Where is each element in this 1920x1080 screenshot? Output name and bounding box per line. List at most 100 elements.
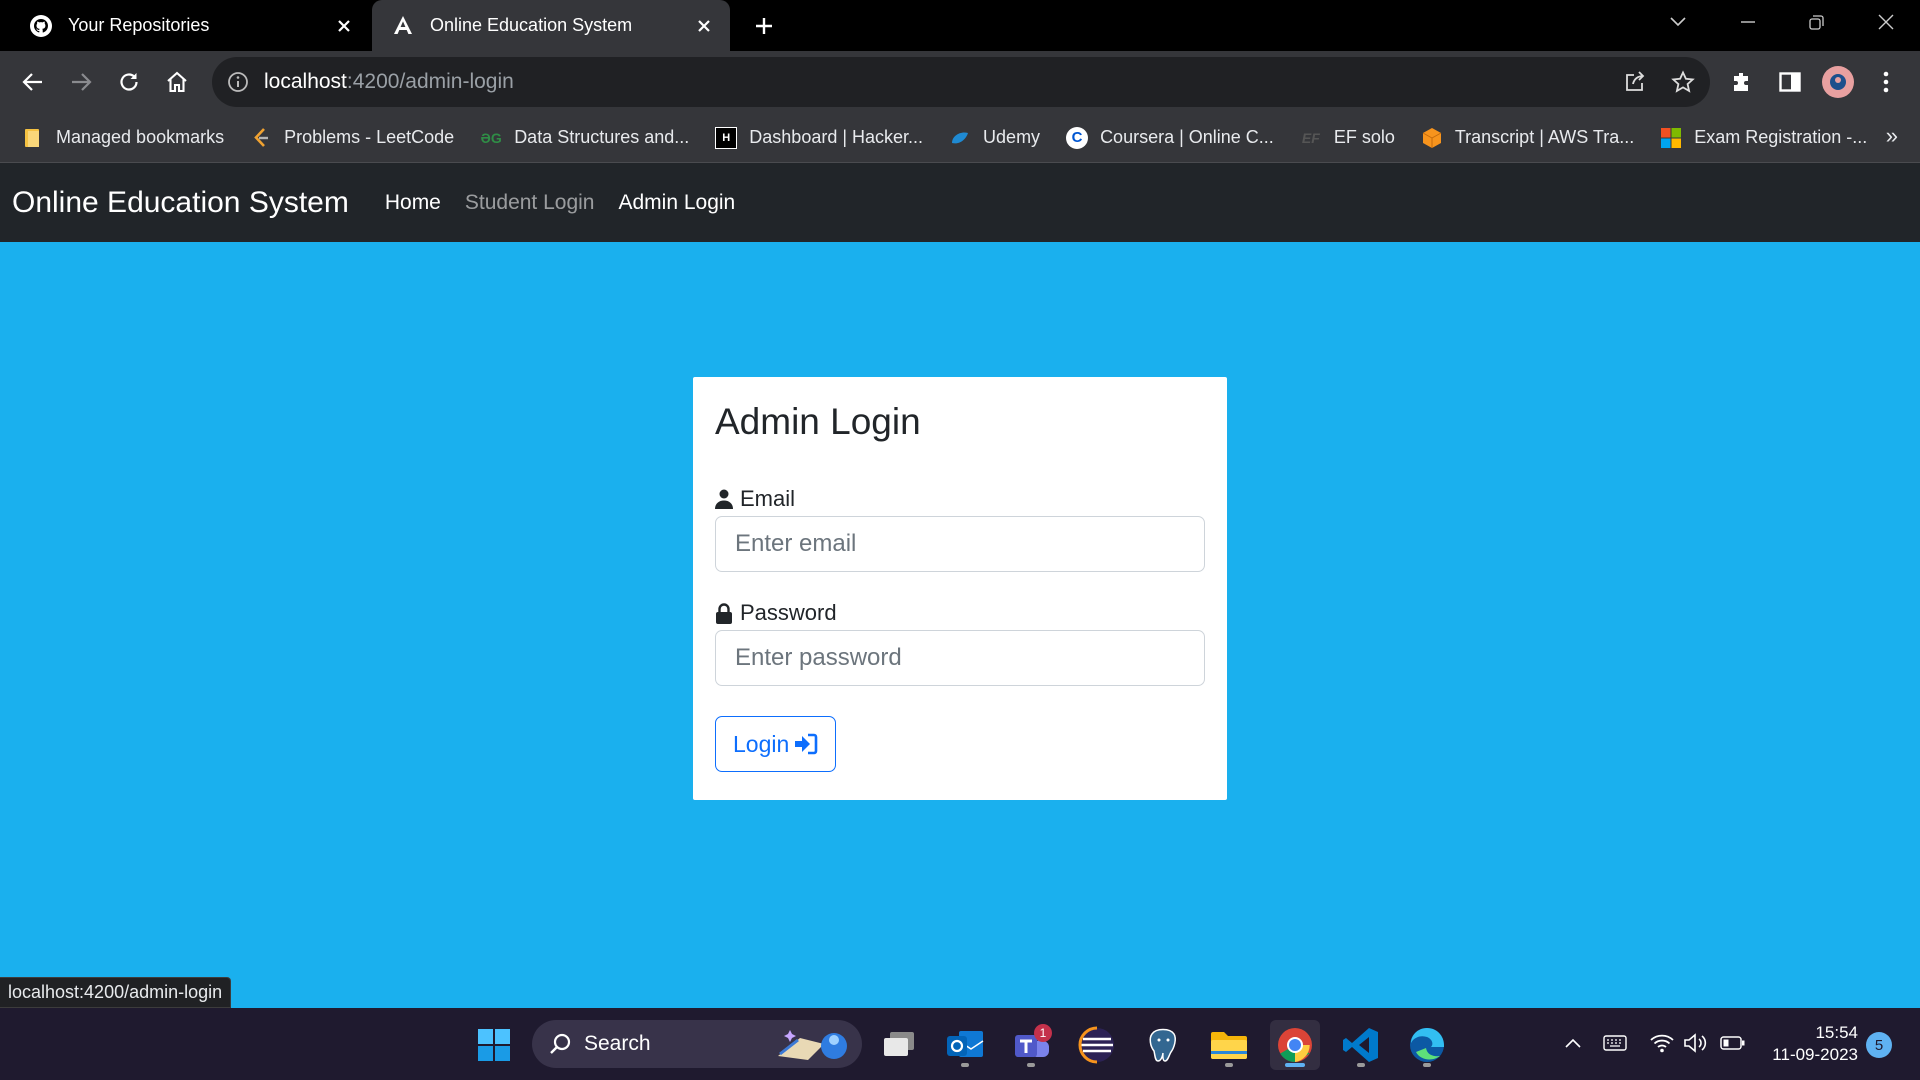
share-icon[interactable] xyxy=(1620,67,1650,97)
taskbar-eclipse[interactable] xyxy=(1072,1020,1122,1070)
bookmarks-overflow-button[interactable]: » xyxy=(1886,123,1898,149)
vscode-icon xyxy=(1343,1028,1378,1062)
coursera-icon: C xyxy=(1066,126,1089,149)
new-tab-button[interactable] xyxy=(748,10,780,42)
url-host: localhost xyxy=(264,70,347,93)
browser-tab-strip: Your Repositories Online Education Syste… xyxy=(0,0,1920,51)
restore-button[interactable] xyxy=(1796,8,1836,36)
bookmark-label: Problems - LeetCode xyxy=(284,127,455,147)
bookmark-coursera[interactable]: C Coursera | Online C... xyxy=(1066,120,1274,156)
tab-close-icon[interactable] xyxy=(690,12,718,40)
windows-icon xyxy=(478,1029,510,1061)
home-icon xyxy=(167,71,187,93)
address-url: localhost:4200/admin-login xyxy=(264,70,514,94)
password-field[interactable] xyxy=(715,630,1205,686)
taskbar-chrome[interactable] xyxy=(1270,1020,1320,1070)
postgresql-icon xyxy=(1149,1028,1176,1062)
browser-toolbar: localhost:4200/admin-login xyxy=(0,51,1920,113)
bookmark-udemy[interactable]: Udemy xyxy=(949,120,1040,156)
nav-link-student-login[interactable]: Student Login xyxy=(465,191,595,215)
bookmark-aws-transcript[interactable]: Transcript | AWS Tra... xyxy=(1421,120,1634,156)
bookmark-label: Managed bookmarks xyxy=(56,127,225,147)
close-window-button[interactable] xyxy=(1866,8,1906,36)
bookmark-label: Dashboard | Hacker... xyxy=(749,127,924,147)
bookmark-exam-registration[interactable]: Exam Registration -... xyxy=(1660,120,1867,156)
tab-title: Your Repositories xyxy=(68,15,210,35)
side-panel-icon[interactable] xyxy=(1774,66,1806,98)
microsoft-icon xyxy=(1660,127,1682,149)
nav-link-admin-login[interactable]: Admin Login xyxy=(618,191,735,215)
sign-in-icon xyxy=(794,733,818,755)
address-bar[interactable]: localhost:4200/admin-login xyxy=(212,57,1710,107)
bookmark-leetcode[interactable]: Problems - LeetCode xyxy=(250,120,454,156)
show-hidden-icons-button[interactable] xyxy=(1558,1028,1588,1058)
bookmark-label: Coursera | Online C... xyxy=(1100,127,1274,147)
minimize-button[interactable] xyxy=(1728,8,1768,36)
edge-icon xyxy=(1410,1028,1444,1062)
user-icon xyxy=(715,488,735,510)
taskbar: Search 1 15:54 11-09-2023 5 xyxy=(0,1008,1920,1080)
password-label: Password xyxy=(715,600,1205,626)
aws-icon xyxy=(1421,127,1443,149)
search-label: Search xyxy=(584,1032,651,1055)
taskbar-teams[interactable]: 1 xyxy=(1006,1020,1056,1070)
battery-icon[interactable] xyxy=(1718,1028,1748,1058)
tab-close-icon[interactable] xyxy=(330,12,358,40)
bookmark-geeksforgeeks[interactable]: ƏG Data Structures and... xyxy=(480,120,690,156)
bookmark-ef-solo[interactable]: EF EF solo xyxy=(1300,120,1395,156)
bookmark-label: Udemy xyxy=(983,127,1041,147)
bookmarks-bar: Managed bookmarks Problems - LeetCode ƏG… xyxy=(0,113,1920,163)
start-button[interactable] xyxy=(469,1020,519,1070)
keyboard-icon[interactable] xyxy=(1600,1028,1630,1058)
notification-count-badge[interactable]: 5 xyxy=(1866,1032,1892,1058)
bookmark-hackerrank[interactable]: H Dashboard | Hacker... xyxy=(715,120,923,156)
browser-menu-icon[interactable] xyxy=(1870,66,1902,98)
tab-online-education-system[interactable]: Online Education System xyxy=(372,0,730,51)
taskbar-search[interactable]: Search xyxy=(532,1020,862,1068)
task-view-button[interactable] xyxy=(874,1020,924,1070)
eclipse-icon xyxy=(1078,1026,1114,1064)
system-clock[interactable]: 15:54 11-09-2023 xyxy=(1758,1022,1858,1066)
avatar xyxy=(1822,66,1854,98)
star-icon[interactable] xyxy=(1668,67,1698,97)
taskbar-edge[interactable] xyxy=(1402,1020,1452,1070)
app-navbar: Online Education System Home Student Log… xyxy=(0,163,1920,242)
url-path: :4200/admin-login xyxy=(346,70,514,93)
taskbar-pgadmin[interactable] xyxy=(1138,1020,1188,1070)
profile-button[interactable] xyxy=(1822,66,1854,98)
bookmark-label: EF solo xyxy=(1333,127,1395,147)
reload-icon xyxy=(120,73,138,91)
email-field[interactable] xyxy=(715,516,1205,572)
forward-button[interactable] xyxy=(62,63,100,101)
volume-icon[interactable] xyxy=(1681,1028,1711,1058)
login-button[interactable]: Login xyxy=(715,716,837,772)
taskbar-outlook[interactable] xyxy=(940,1020,990,1070)
extensions-icon[interactable] xyxy=(1726,66,1758,98)
clock-time: 15:54 xyxy=(1815,1023,1858,1042)
taskbar-file-explorer[interactable] xyxy=(1204,1020,1254,1070)
lock-icon xyxy=(715,602,735,624)
search-highlight-icon xyxy=(768,1024,852,1070)
wifi-icon[interactable] xyxy=(1647,1028,1677,1058)
chevron-down-icon xyxy=(1670,17,1686,27)
home-button[interactable] xyxy=(158,63,196,101)
bookmark-label: Transcript | AWS Tra... xyxy=(1454,127,1635,147)
tab-your-repositories[interactable]: Your Repositories xyxy=(10,0,370,51)
bookmark-label: Data Structures and... xyxy=(514,127,690,147)
reload-button[interactable] xyxy=(110,63,148,101)
site-info-icon[interactable] xyxy=(224,68,252,96)
folder-icon xyxy=(22,127,44,149)
chevron-up-icon xyxy=(1565,1038,1581,1048)
nav-link-home[interactable]: Home xyxy=(385,191,441,215)
bookmark-managed-bookmarks[interactable]: Managed bookmarks xyxy=(22,120,224,156)
close-icon xyxy=(1878,14,1894,30)
udemy-icon xyxy=(949,127,971,149)
tab-search-button[interactable] xyxy=(1658,8,1698,36)
login-button-label: Login xyxy=(733,730,790,757)
email-label-text: Email xyxy=(740,486,796,511)
ef-icon: EF xyxy=(1301,129,1320,146)
github-icon xyxy=(28,13,54,39)
taskbar-vscode[interactable] xyxy=(1336,1020,1386,1070)
back-button[interactable] xyxy=(14,63,52,101)
navbar-brand[interactable]: Online Education System xyxy=(12,186,349,220)
